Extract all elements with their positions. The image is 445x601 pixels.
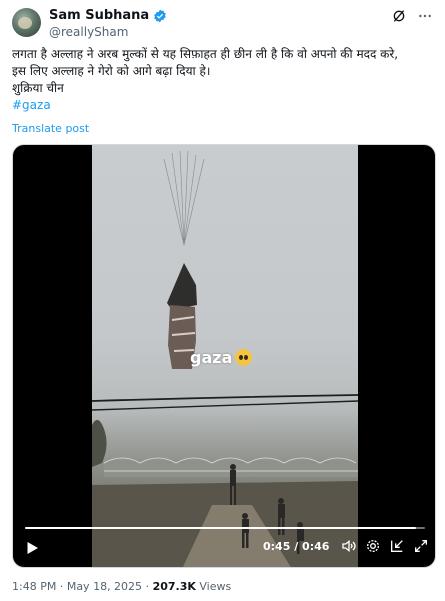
- views-count: 207.3K: [152, 580, 196, 593]
- settings-icon[interactable]: [365, 538, 381, 554]
- post-text-line: इस लिए अल्लाह ने गेरो को आगे बढ़ा दिया ह…: [12, 64, 211, 78]
- post-date[interactable]: May 18, 2025: [67, 580, 142, 593]
- translate-post-link[interactable]: Translate post: [12, 122, 89, 135]
- hashtag-link[interactable]: #gaza: [12, 98, 51, 112]
- post-text: लगता है अल्लाह ने अरब मुल्कों से यह सिफ़…: [12, 46, 436, 114]
- more-icon[interactable]: [417, 8, 433, 24]
- post-text-line: शुक्रिया चीन: [12, 81, 64, 95]
- pip-icon[interactable]: [389, 538, 405, 554]
- video-progress-fill: [25, 527, 417, 529]
- views-label: Views: [199, 580, 232, 593]
- grok-icon[interactable]: [391, 8, 407, 24]
- video-frame: gaza: [92, 145, 358, 567]
- video-progress-bar[interactable]: [25, 527, 425, 529]
- fullscreen-icon[interactable]: [413, 538, 429, 554]
- pleading-face-emoji-icon: [235, 349, 253, 366]
- author-display-name[interactable]: Sam Subhana: [49, 8, 149, 23]
- video-watermark: gaza: [190, 348, 253, 367]
- author-handle[interactable]: @reallySham: [49, 25, 128, 39]
- volume-icon[interactable]: [341, 538, 357, 554]
- video-controls: 0:45 / 0:46: [13, 521, 435, 567]
- play-icon[interactable]: [23, 539, 41, 557]
- post-time[interactable]: 1:48 PM: [12, 580, 56, 593]
- author-name-row: Sam Subhana: [49, 8, 167, 23]
- post-meta: 1:48 PM · May 18, 2025 · 207.3K Views: [12, 580, 232, 593]
- video-control-icons: [341, 538, 429, 554]
- post-text-line: लगता है अल्लाह ने अरब मुल्कों से यह सिफ़…: [12, 47, 399, 61]
- video-time: 0:45 / 0:46: [263, 540, 330, 553]
- verified-badge-icon: [154, 9, 167, 22]
- video-player[interactable]: gaza 0:45 / 0:46: [12, 144, 436, 568]
- avatar[interactable]: [12, 8, 41, 37]
- post-actions-top: [391, 8, 433, 24]
